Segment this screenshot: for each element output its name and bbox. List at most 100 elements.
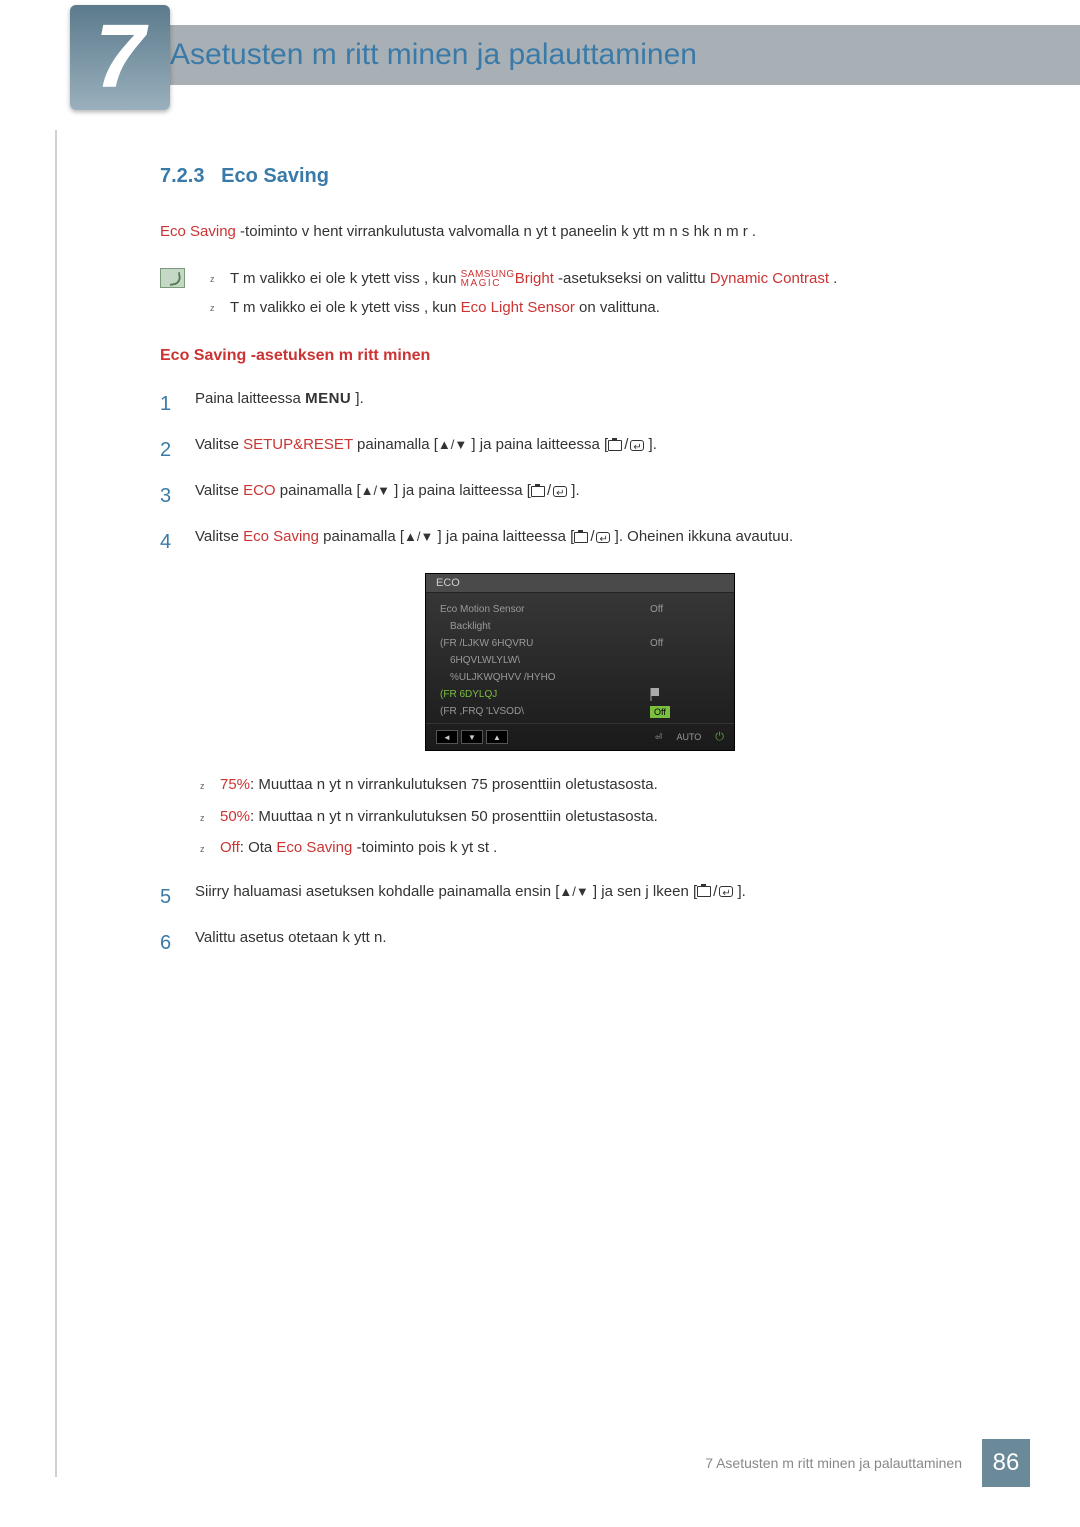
value-75-text: : Muuttaa n yt n virrankulutuksen 75 pro… bbox=[250, 776, 658, 793]
intro-desc: -toiminto v hent virrankulutusta valvoma… bbox=[236, 223, 756, 240]
section-heading: 7.2.3 Eco Saving bbox=[160, 165, 1000, 188]
menu-word: MENU bbox=[305, 390, 351, 407]
value-75-label: 75% bbox=[220, 776, 250, 793]
value-off-mid: : Ota bbox=[240, 839, 277, 856]
s5-pre: Siirry haluamasi asetuksen kohdalle pain… bbox=[195, 883, 559, 900]
arrow-keys-icon: ▲/▼ bbox=[361, 483, 390, 498]
enter-icon bbox=[719, 886, 733, 897]
s4-mid2: ] ja paina laitteessa [ bbox=[433, 528, 574, 545]
s5-mid: ] ja sen j lkeen [ bbox=[589, 883, 697, 900]
osd-label: %ULJKWQHVV /HYHO bbox=[450, 672, 720, 683]
osd-body: Eco Motion SensorOff Backlight (FR /LJKW… bbox=[426, 593, 734, 723]
step-text: Paina laitteessa MENU ]. bbox=[195, 385, 1000, 414]
osd-label: (FR ,FRQ 'LVSOD\ bbox=[440, 706, 650, 718]
osd-auto-label: AUTO bbox=[676, 732, 701, 742]
value-off-feature: Eco Saving bbox=[276, 839, 352, 856]
setup-reset-label: SETUP&RESET bbox=[243, 436, 353, 453]
header-title: Asetusten m ritt minen ja palauttaminen bbox=[170, 38, 697, 72]
step-2: 2 Valitse SETUP&RESET painamalla [▲/▼ ] … bbox=[160, 431, 1000, 469]
enter-icon bbox=[553, 486, 567, 497]
osd-label: (FR 6DYLQJ bbox=[440, 689, 650, 700]
value-50-label: 50% bbox=[220, 808, 250, 825]
osd-value: Off bbox=[650, 638, 720, 649]
note-item-2: T m valikko ei ole k ytett viss , kun Ec… bbox=[210, 294, 1000, 323]
osd-label: 6HQVLWLYLW\ bbox=[450, 655, 720, 666]
enter-icon bbox=[596, 532, 610, 543]
osd-nav-buttons: ◄ ▼ ▲ bbox=[436, 730, 508, 744]
dynamic-contrast-label: Dynamic Contrast bbox=[710, 270, 829, 287]
s1-pre: Paina laitteessa bbox=[195, 390, 305, 407]
step-4: 4 Valitse Eco Saving painamalla [▲/▼ ] j… bbox=[160, 523, 1000, 561]
osd-title: ECO bbox=[426, 574, 734, 593]
intro-text: Eco Saving -toiminto v hent virrankulutu… bbox=[160, 218, 1000, 245]
step-list-cont: 5 Siirry haluamasi asetuksen kohdalle pa… bbox=[160, 878, 1000, 962]
osd-power-icon: ⏻ bbox=[715, 731, 724, 744]
osd-label: Eco Motion Sensor bbox=[440, 604, 650, 615]
note1-end: . bbox=[829, 270, 837, 287]
osd-screenshot: ECO Eco Motion SensorOff Backlight (FR /… bbox=[425, 573, 735, 751]
s2-pre: Valitse bbox=[195, 436, 243, 453]
section-number: 7.2.3 bbox=[160, 165, 204, 187]
arrow-keys-icon: ▲/▼ bbox=[559, 884, 588, 899]
page-number-box: 86 bbox=[982, 1439, 1030, 1487]
osd-label: (FR /LJKW 6HQVRU bbox=[440, 638, 650, 649]
samsung-magic-label: SAMSUNGMAGIC bbox=[461, 270, 515, 288]
step-text: Siirry haluamasi asetuksen kohdalle pain… bbox=[195, 878, 1000, 907]
step-1: 1 Paina laitteessa MENU ]. bbox=[160, 385, 1000, 423]
osd-down-icon: ▼ bbox=[461, 730, 483, 744]
step-3: 3 Valitse ECO painamalla [▲/▼ ] ja paina… bbox=[160, 477, 1000, 515]
s4-end: ]. Oheinen ikkuna avautuu. bbox=[610, 528, 793, 545]
s3-pre: Valitse bbox=[195, 482, 243, 499]
source-enter-icon: / bbox=[697, 878, 733, 907]
enter-icon bbox=[630, 440, 644, 451]
value-item-off: Off: Ota Eco Saving -toiminto pois k yt … bbox=[200, 832, 1000, 864]
feature-name: Eco Saving bbox=[160, 223, 236, 240]
s3-mid2: ] ja paina laitteessa [ bbox=[390, 482, 531, 499]
s1-post: ]. bbox=[351, 390, 364, 407]
step-num: 6 bbox=[160, 924, 180, 962]
content-area: 7.2.3 Eco Saving Eco Saving -toiminto v … bbox=[0, 85, 1080, 962]
value-item-50: 50%: Muuttaa n yt n virrankulutuksen 50 … bbox=[200, 801, 1000, 833]
s4-pre: Valitse bbox=[195, 528, 243, 545]
value-off-label: Off bbox=[220, 839, 240, 856]
osd-row-eco-motion: Eco Motion SensorOff bbox=[430, 601, 730, 618]
note-block: T m valikko ei ole k ytett viss , kun SA… bbox=[160, 265, 1000, 322]
note-icon bbox=[160, 268, 185, 288]
source-icon bbox=[531, 486, 545, 497]
document-page: 7 Asetusten m ritt minen ja palauttamine… bbox=[0, 0, 1080, 1527]
osd-value: Off bbox=[650, 706, 720, 718]
source-enter-icon: / bbox=[574, 523, 610, 552]
source-enter-icon: / bbox=[608, 431, 644, 460]
source-enter-icon: / bbox=[531, 477, 567, 506]
s2-mid1: painamalla [ bbox=[353, 436, 438, 453]
s3-end: ]. bbox=[567, 482, 580, 499]
osd-label: Backlight bbox=[450, 621, 720, 632]
osd-value-box: Off bbox=[650, 706, 670, 718]
osd-footer: ◄ ▼ ▲ ⏎ AUTO ⏻ bbox=[426, 723, 734, 750]
osd-value: Off bbox=[650, 604, 720, 615]
osd-row-light-sensor: (FR /LJKW 6HQVRUOff bbox=[430, 635, 730, 652]
note1-post: -asetukseksi on valittu bbox=[554, 270, 710, 287]
osd-row-icon-display: (FR ,FRQ 'LVSOD\Off bbox=[430, 703, 730, 721]
eco-label: ECO bbox=[243, 482, 276, 499]
step-num: 1 bbox=[160, 385, 180, 423]
osd-up-icon: ▲ bbox=[486, 730, 508, 744]
eco-light-sensor-label: Eco Light Sensor bbox=[461, 299, 575, 316]
bright-label: Bright bbox=[515, 270, 554, 287]
value-item-75: 75%: Muuttaa n yt n virrankulutuksen 75 … bbox=[200, 769, 1000, 801]
section-title: Eco Saving bbox=[221, 165, 329, 187]
source-icon bbox=[608, 440, 622, 451]
header-bar: Asetusten m ritt minen ja palauttaminen bbox=[70, 25, 1080, 85]
note-list: T m valikko ei ole k ytett viss , kun SA… bbox=[210, 265, 1000, 322]
osd-left-icon: ◄ bbox=[436, 730, 458, 744]
left-margin-rule bbox=[55, 130, 57, 1477]
step-6: 6 Valittu asetus otetaan k ytt n. bbox=[160, 924, 1000, 962]
osd-row-brightness: %ULJKWQHVV /HYHO bbox=[430, 669, 730, 686]
eco-saving-label: Eco Saving bbox=[243, 528, 319, 545]
osd-enter-icon: ⏎ bbox=[655, 732, 663, 743]
s2-end: ]. bbox=[644, 436, 657, 453]
chapter-number: 7 bbox=[95, 6, 145, 109]
footer-text: 7 Asetusten m ritt minen ja palauttamine… bbox=[705, 1455, 962, 1471]
step-text: Valittu asetus otetaan k ytt n. bbox=[195, 924, 1000, 953]
note2-end: on valittuna. bbox=[575, 299, 660, 316]
